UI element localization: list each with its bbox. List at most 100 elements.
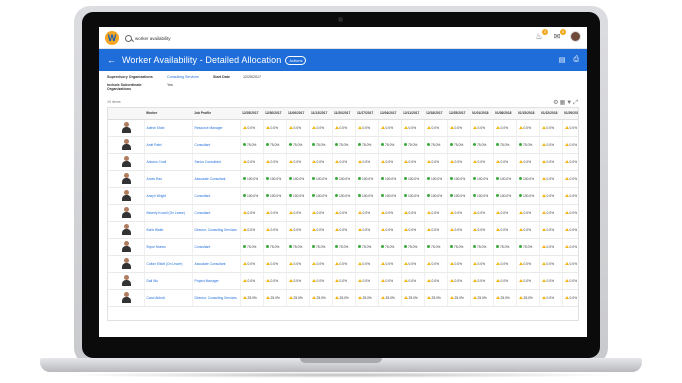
allocation-value: 100.0%	[247, 193, 259, 198]
allocation-value: 0.0%	[477, 227, 486, 232]
column-header[interactable]: 12/11/2017	[401, 108, 424, 120]
allocation-value: 75.0%	[431, 142, 441, 147]
job-profile-link[interactable]: Consultant	[191, 238, 240, 256]
allocation-value: 0.0%	[546, 125, 555, 130]
worker-link[interactable]: Bryce Morton	[143, 238, 192, 256]
notifications-icon[interactable]: ♨ 3	[534, 28, 548, 42]
allocation-value: 0.0%	[247, 159, 256, 164]
job-profile-link[interactable]: Consultant	[191, 204, 240, 222]
allocation-cell: 0.0%	[331, 255, 355, 273]
warning-icon	[564, 177, 569, 181]
allocation-value: 0.0%	[454, 261, 463, 266]
column-header[interactable]: 01/15/2018	[516, 108, 539, 120]
column-header[interactable]: 01/22/2018	[539, 108, 562, 120]
actions-button[interactable]: Actions	[285, 55, 307, 65]
back-arrow-icon[interactable]: ←	[107, 55, 116, 65]
allocation-value: 0.0%	[270, 159, 279, 164]
global-search[interactable]: worker availability	[125, 32, 197, 44]
column-header[interactable]: 11/27/2017	[355, 108, 378, 120]
worker-link[interactable]: Beverly Knoell (On Leave)	[143, 204, 192, 222]
worker-link[interactable]: Colton Elliott (On Leave)	[143, 255, 192, 273]
allocation-cell: 0.0%	[423, 204, 447, 222]
allocation-value: 0.0%	[454, 125, 463, 130]
worker-photo	[108, 187, 144, 205]
photo-column-header[interactable]	[108, 108, 144, 120]
inbox-icon[interactable]: ✉ 5	[552, 28, 566, 42]
job-profile-link[interactable]: Director, Consulting Services	[191, 289, 240, 307]
table-row: Bryce Morton Consultant 75.0% 75.0% 75.0% 75.…	[108, 238, 578, 256]
column-header[interactable]: 11/06/2017	[286, 108, 309, 120]
allocation-value: 0.0%	[247, 278, 256, 283]
allocation-value: 0.0%	[569, 193, 578, 198]
job-profile-link[interactable]: Associate Consultant	[191, 170, 240, 188]
allocation-cell: 75.0%	[308, 238, 332, 256]
allocation-value: 100.0%	[454, 176, 466, 181]
job-profile-link[interactable]: Project Manager	[191, 272, 240, 290]
warning-icon	[541, 143, 546, 147]
column-header[interactable]: 01/29/2018	[562, 108, 578, 120]
allocation-cell: 75.0%	[354, 136, 378, 154]
worker-link[interactable]: Adesh Shah	[143, 119, 192, 137]
allocation-value: 0.0%	[385, 125, 394, 130]
allocation-cell: 0.0%	[331, 204, 355, 222]
allocation-value: 75.0%	[408, 142, 418, 147]
worker-link[interactable]: Carol Abbott	[143, 289, 192, 307]
column-header[interactable]: Worker	[144, 108, 192, 120]
job-profile-link[interactable]: Consultant	[191, 187, 240, 205]
allocation-value: 75.0%	[523, 142, 533, 147]
allocation-value: 100.0%	[477, 176, 489, 181]
column-header[interactable]: 12/30/2017	[263, 108, 286, 120]
worker-link[interactable]: Antonio Conti	[143, 153, 192, 171]
warning-icon	[426, 262, 431, 266]
column-header[interactable]: 01/01/2018	[470, 108, 493, 120]
job-profile-link[interactable]: Consultant	[191, 136, 240, 154]
workday-logo-icon[interactable]: W	[105, 31, 119, 45]
allocated-status-icon	[242, 244, 246, 249]
allocation-value: 0.0%	[408, 261, 417, 266]
column-header[interactable]: 01/08/2018	[493, 108, 516, 120]
print-icon[interactable]: ⎙	[573, 56, 579, 64]
column-header[interactable]: Job Profile	[192, 108, 240, 120]
allocation-value: 0.0%	[339, 278, 348, 283]
column-header[interactable]: 12/18/2017	[424, 108, 447, 120]
allocation-cell: 75.0%	[308, 136, 332, 154]
allocation-cell: 0.0%	[423, 272, 447, 290]
worker-link[interactable]: Boris Wafer	[143, 221, 192, 239]
allocation-value: 0.0%	[316, 261, 325, 266]
worker-link[interactable]: Arwyn Wright	[143, 187, 192, 205]
allocation-cell: 0.0%	[515, 221, 539, 239]
allocation-cell: 0.0%	[469, 204, 493, 222]
job-profile-link[interactable]: Resource Manager	[191, 119, 240, 137]
warning-icon	[472, 262, 477, 266]
warning-icon	[334, 126, 339, 130]
warning-icon	[472, 211, 477, 215]
worker-link[interactable]: Dali Wu	[143, 272, 192, 290]
org-value-link[interactable]: Consulting Services	[167, 75, 205, 79]
start-date-value: 12/25/2017	[243, 75, 261, 79]
warning-icon	[564, 245, 569, 249]
job-profile-link[interactable]: Associate Consultant	[191, 255, 240, 273]
column-header[interactable]: 11/13/2017	[309, 108, 332, 120]
allocation-value: 75.0%	[293, 142, 303, 147]
allocation-value: 25.0%	[339, 295, 349, 300]
search-input[interactable]: worker availability	[135, 36, 171, 41]
worker-link[interactable]: Amit Patel	[143, 136, 192, 154]
column-header[interactable]: 12/25/2017	[240, 108, 263, 120]
allocation-cell: 0.0%	[492, 272, 516, 290]
allocated-status-icon	[403, 193, 407, 198]
job-profile-link[interactable]: Senior Consultant	[191, 153, 240, 171]
excel-export-icon[interactable]: ▤	[559, 56, 566, 64]
column-header[interactable]: 12/25/2017	[447, 108, 470, 120]
job-profile-link[interactable]: Director, Consulting Services	[191, 221, 240, 239]
allocation-value: 0.0%	[454, 227, 463, 232]
fullscreen-icon[interactable]: ⤢	[573, 100, 579, 106]
column-header[interactable]: 12/04/2017	[378, 108, 401, 120]
worker-link[interactable]: Arnav Rao	[143, 170, 192, 188]
allocated-status-icon	[242, 176, 246, 181]
allocation-value: 25.0%	[247, 295, 257, 300]
allocation-value: 0.0%	[431, 278, 440, 283]
user-avatar[interactable]	[570, 31, 581, 42]
allocation-value: 0.0%	[247, 125, 256, 130]
column-header[interactable]: 11/20/2017	[332, 108, 355, 120]
allocation-cell: 0.0%	[492, 119, 516, 137]
